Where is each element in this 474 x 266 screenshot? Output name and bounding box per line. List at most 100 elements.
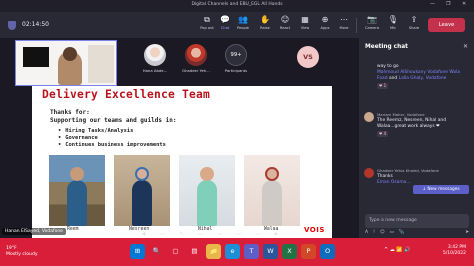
reaction-badge[interactable]: ❤ 4 [377, 131, 389, 137]
slide-thanks-line: Thanks for: [50, 109, 90, 116]
word-icon[interactable]: W [263, 244, 278, 259]
participant-name: Hana Abde... [142, 68, 168, 73]
mention-link[interactable]: Vodafone [427, 70, 448, 75]
meeting-toolbar: 02:14:50 ⧉ Pop out 💬 Chat 👥 People ✋ Rai… [0, 12, 474, 38]
smiley-icon: ☺ [280, 15, 290, 24]
team-member-photo [244, 155, 300, 226]
new-messages-button[interactable]: ↓ New messages [413, 185, 469, 194]
slide-thumb-icon[interactable]: ▭ [254, 231, 261, 238]
slide-title: Delivery Excellence Team [42, 88, 211, 101]
prev-slide-icon[interactable]: ◀ [140, 231, 147, 238]
raise-label: Raise [260, 26, 270, 30]
presenter-head [63, 47, 77, 61]
participant-name: Ghadeer Yeh... [182, 68, 210, 73]
slide-bullet: • Hiring Tasks/Analysis [58, 128, 134, 134]
vois-logo: VOIS [304, 226, 325, 234]
file-explorer-icon[interactable]: 📁 [206, 244, 221, 259]
share-button[interactable]: ⇪ Share [403, 14, 425, 36]
task-view-icon[interactable]: ▢ [168, 244, 183, 259]
mention-link[interactable]: Eman Osama... [377, 180, 411, 185]
windows-taskbar: 19°F Mostly cloudy ⊞ 🔍 ▢ ▤ 📁 e T W X P O… [0, 238, 474, 266]
gif-icon[interactable]: ▭ [390, 230, 394, 237]
chat-input[interactable]: Type a new message [365, 214, 469, 228]
camera-icon: 📷 [367, 15, 377, 24]
mention-link[interactable]: Mahmoud AlShoukany [377, 70, 426, 75]
minimize-button[interactable]: — [430, 1, 435, 7]
camera-button[interactable]: 📷 Camera [361, 14, 383, 36]
raise-hand-button[interactable]: ✋ Raise [254, 14, 276, 36]
close-icon[interactable]: ✕ [463, 43, 468, 50]
pointer-icon[interactable]: ✎ [178, 231, 185, 238]
team-member-photo [49, 155, 105, 226]
slide-thumb-icon[interactable]: ▭ [216, 231, 223, 238]
avatar [185, 44, 207, 66]
system-tray[interactable]: ^ ☁ 📶 🔊 [384, 247, 410, 253]
react-button[interactable]: ☺ React [274, 14, 296, 36]
photo-caption: Reem [67, 227, 79, 232]
grid-icon: ▦ [301, 15, 309, 24]
slide-bullet-list: • Hiring Tasks/Analysis • Governance • Cont… [58, 128, 166, 150]
meeting-chat-panel: Meeting chat ✕ way to go Mahmoud AlShouk… [358, 38, 474, 238]
presenter-video-tile[interactable] [15, 40, 117, 86]
taskbar-clock[interactable]: 3:42 PM 5/10/2022 [436, 245, 466, 257]
participants-count-tile[interactable]: 99+ Participants [221, 44, 251, 73]
clock-date: 5/10/2022 [442, 251, 466, 256]
view-button[interactable]: ▦ View [294, 14, 316, 36]
attach-icon[interactable]: 📎 [399, 230, 405, 237]
shield-icon [8, 21, 16, 30]
search-icon[interactable]: 🔍 [149, 244, 164, 259]
close-window-button[interactable]: ✕ [462, 1, 466, 7]
maximize-button[interactable]: ❐ [446, 1, 450, 7]
mic-button[interactable]: 🎙 Mic [382, 14, 404, 36]
excel-icon[interactable]: X [282, 244, 297, 259]
priority-icon[interactable]: ! [373, 230, 375, 237]
view-label: View [300, 26, 310, 30]
share-icon: ⇪ [410, 15, 418, 24]
emoji-icon[interactable]: ☺ [380, 230, 385, 237]
message-text: and [388, 76, 398, 81]
presentation-slide: Delivery Excellence Team Thanks for: Sup… [32, 86, 332, 238]
more-icon: ⋯ [340, 15, 348, 24]
send-icon[interactable]: ➤ [465, 230, 469, 237]
leave-button[interactable]: Leave [428, 18, 465, 32]
bullet-text: Governance [65, 135, 98, 142]
more-button[interactable]: ⋯ More [333, 14, 355, 36]
taskbar-apps: ⊞ 🔍 ▢ ▤ 📁 e T W X P O [130, 244, 335, 259]
start-icon[interactable]: ⊞ [130, 244, 145, 259]
bullet-text: Continues business improvements [65, 142, 166, 149]
outlook-icon[interactable]: O [320, 244, 335, 259]
widgets-icon[interactable]: ▤ [187, 244, 202, 259]
weather-widget[interactable]: 19°F Mostly cloudy [6, 246, 38, 258]
message-text: The Reemz, Nesreen, Nihal and Walaa...gr… [377, 118, 447, 129]
chat-compose-tools: A ! ☺ ▭ 📎 ➤ [365, 230, 469, 237]
chat-title: Meeting chat [365, 44, 408, 50]
format-icon[interactable]: A [365, 230, 368, 237]
react-label: React [279, 26, 291, 30]
people-icon: 👥 [238, 15, 248, 24]
participant-tile[interactable]: Hana Abde... [140, 44, 170, 73]
initials-avatar[interactable]: VS [297, 46, 319, 68]
slide-thumb-icon[interactable]: ▭ [159, 231, 166, 238]
powerpoint-icon[interactable]: P [301, 244, 316, 259]
hand-icon: ✋ [260, 15, 270, 24]
slide-thumb-icon[interactable]: ▭ [197, 231, 204, 238]
participant-tile[interactable]: Ghadeer Yeh... [181, 44, 211, 73]
window-titlebar: Digital Channels and EBU_EGL All Hands —… [0, 0, 474, 12]
next-slide-icon[interactable]: ▶ [273, 231, 280, 238]
slide-bullet: • Governance [58, 135, 98, 142]
meeting-timer: 02:14:50 [22, 21, 49, 28]
avatar [144, 44, 166, 66]
presenter-name-tag: Hanan ElSayed, Vodafone [2, 228, 66, 235]
teams-icon[interactable]: T [244, 244, 259, 259]
share-label: Share [408, 26, 420, 30]
reaction-badge[interactable]: ❤ 1 [377, 83, 389, 89]
camera-label: Camera [364, 26, 380, 30]
avatar [364, 168, 374, 178]
shared-screen-stage: Delivery Excellence Team Thanks for: Sup… [0, 86, 358, 238]
slide-thumb-icon[interactable]: ▭ [235, 231, 242, 238]
edge-icon[interactable]: e [225, 244, 240, 259]
mention-link[interactable]: Lalla Ghaly, Vodafone [399, 76, 447, 81]
mic-label: Mic [389, 26, 397, 30]
chat-message: Mariam Maher, Vodafone The Reemz, Nesree… [377, 112, 469, 138]
people-button[interactable]: 👥 People [232, 14, 254, 36]
